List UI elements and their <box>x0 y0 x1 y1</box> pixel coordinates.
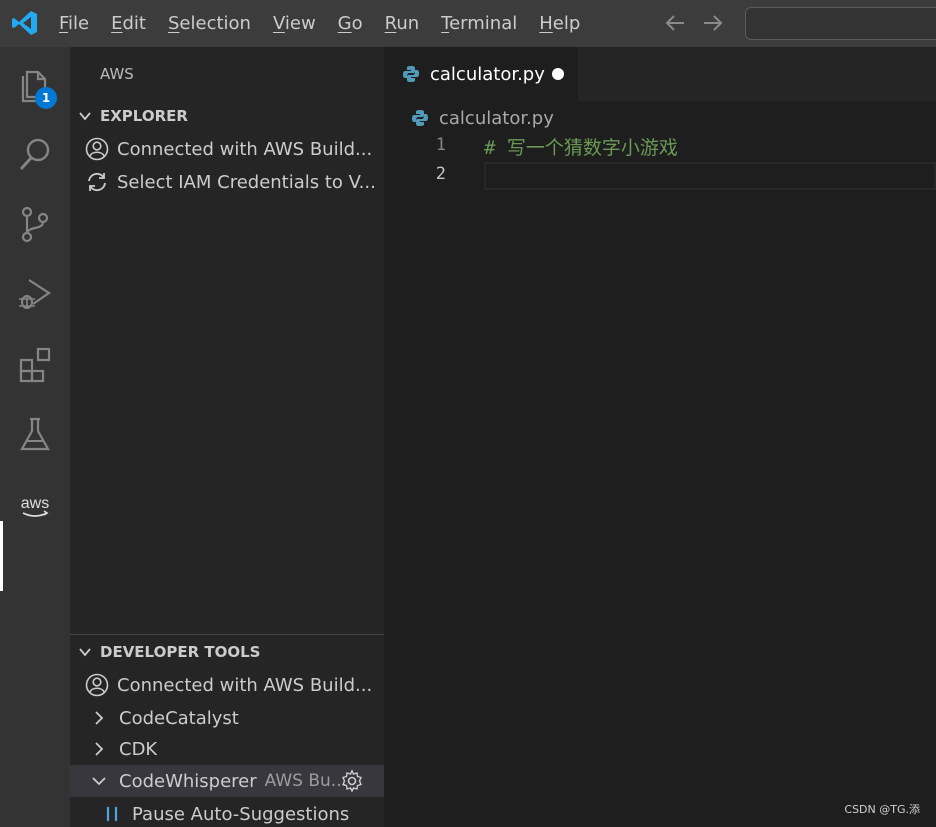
chevron-right-icon <box>95 711 104 725</box>
devtools-pause-suggestions-item[interactable]: Pause Auto-Suggestions <box>70 798 384 827</box>
breadcrumb-file-label: calculator.py <box>439 107 554 129</box>
explorer-connection-item[interactable]: Connected with AWS Build... <box>70 133 384 165</box>
vscode-logo-icon <box>12 11 37 35</box>
devtools-connection-item[interactable]: Connected with AWS Build... <box>70 669 384 701</box>
menu-view[interactable]: View <box>262 0 327 47</box>
code-editor[interactable]: 1 # 写一个猜数字小游戏 2 <box>384 132 936 827</box>
developer-tools-section-header[interactable]: DEVELOPER TOOLS <box>70 637 384 667</box>
menu-edit[interactable]: Edit <box>100 0 157 47</box>
devtools-cdk-label: CDK <box>119 738 158 760</box>
explorer-badge: 1 <box>35 87 57 109</box>
sync-icon <box>88 172 106 192</box>
explorer-header-label: EXPLORER <box>100 107 188 125</box>
devtools-codecatalyst-item[interactable]: CodeCatalyst <box>70 702 384 734</box>
search-icon <box>19 138 50 170</box>
arrow-right-icon[interactable] <box>700 10 726 36</box>
watermark: CSDN @TG.添 <box>844 803 920 816</box>
chevron-down-icon <box>92 777 106 786</box>
devtools-codewhisperer-label: CodeWhisperer <box>119 770 257 792</box>
devtools-codewhisperer-description: AWS Bu... <box>264 771 348 791</box>
line-number: 1 <box>435 135 446 155</box>
breadcrumb[interactable]: calculator.py <box>411 104 554 132</box>
account-icon <box>85 673 109 697</box>
editor-tab-bar: calculator.py <box>384 47 936 101</box>
menu-selection[interactable]: Selection <box>157 0 262 47</box>
activity-search[interactable] <box>0 119 70 189</box>
menu-bar: File Edit Selection View Go Run Terminal… <box>48 0 591 47</box>
devtools-codewhisperer-item[interactable]: CodeWhisperer AWS Bu... <box>70 765 384 797</box>
activity-bar: 1 aws <box>0 47 70 827</box>
explorer-section-header[interactable]: EXPLORER <box>70 101 384 131</box>
pause-icon <box>106 807 118 821</box>
gear-icon[interactable] <box>340 769 364 793</box>
chevron-right-icon <box>95 742 104 756</box>
menu-go[interactable]: Go <box>327 0 374 47</box>
section-divider <box>70 634 384 635</box>
menu-help[interactable]: Help <box>528 0 591 47</box>
active-indicator <box>0 521 3 591</box>
chevron-down-icon <box>79 112 91 121</box>
account-icon <box>85 137 109 161</box>
devtools-pause-suggestions-label: Pause Auto-Suggestions <box>132 803 350 825</box>
activity-testing[interactable] <box>0 399 70 469</box>
explorer-connection-label: Connected with AWS Build... <box>117 138 373 160</box>
activity-extensions[interactable] <box>0 329 70 399</box>
activity-explorer[interactable]: 1 <box>0 49 70 119</box>
source-control-icon <box>21 206 49 243</box>
unsaved-dot-icon[interactable] <box>552 68 564 80</box>
menu-terminal[interactable]: Terminal <box>430 0 528 47</box>
activity-run-debug[interactable] <box>0 259 70 329</box>
command-center-search[interactable] <box>745 7 936 40</box>
side-bar: AWS EXPLORER Connected with AWS Build...… <box>70 47 384 827</box>
sidebar-title: AWS <box>100 65 134 83</box>
svg-text:aws: aws <box>21 495 49 512</box>
beaker-icon <box>20 417 50 451</box>
devtools-codecatalyst-label: CodeCatalyst <box>119 707 239 729</box>
developer-tools-header-label: DEVELOPER TOOLS <box>100 643 261 661</box>
arrow-left-icon[interactable] <box>662 10 688 36</box>
chevron-down-icon <box>79 648 91 657</box>
devtools-cdk-item[interactable]: CDK <box>70 733 384 765</box>
explorer-credentials-item[interactable]: Select IAM Credentials to V... <box>70 166 384 198</box>
devtools-connection-label: Connected with AWS Build... <box>117 674 373 696</box>
current-line-highlight <box>484 162 936 190</box>
aws-icon: aws <box>21 495 49 517</box>
code-line[interactable]: # 写一个猜数字小游戏 <box>484 133 678 160</box>
title-bar: File Edit Selection View Go Run Terminal… <box>0 0 936 47</box>
menu-file[interactable]: File <box>48 0 100 47</box>
menu-run[interactable]: Run <box>374 0 431 47</box>
editor-tab-calculator[interactable]: calculator.py <box>384 47 578 101</box>
activity-source-control[interactable] <box>0 189 70 259</box>
activity-aws[interactable]: aws <box>0 471 70 541</box>
extensions-icon <box>19 347 51 383</box>
explorer-credentials-label: Select IAM Credentials to V... <box>117 171 376 193</box>
editor-tab-label: calculator.py <box>430 63 545 85</box>
run-debug-icon <box>19 279 51 309</box>
python-file-icon <box>403 66 419 82</box>
line-number: 2 <box>435 164 446 184</box>
python-file-icon <box>412 110 428 126</box>
